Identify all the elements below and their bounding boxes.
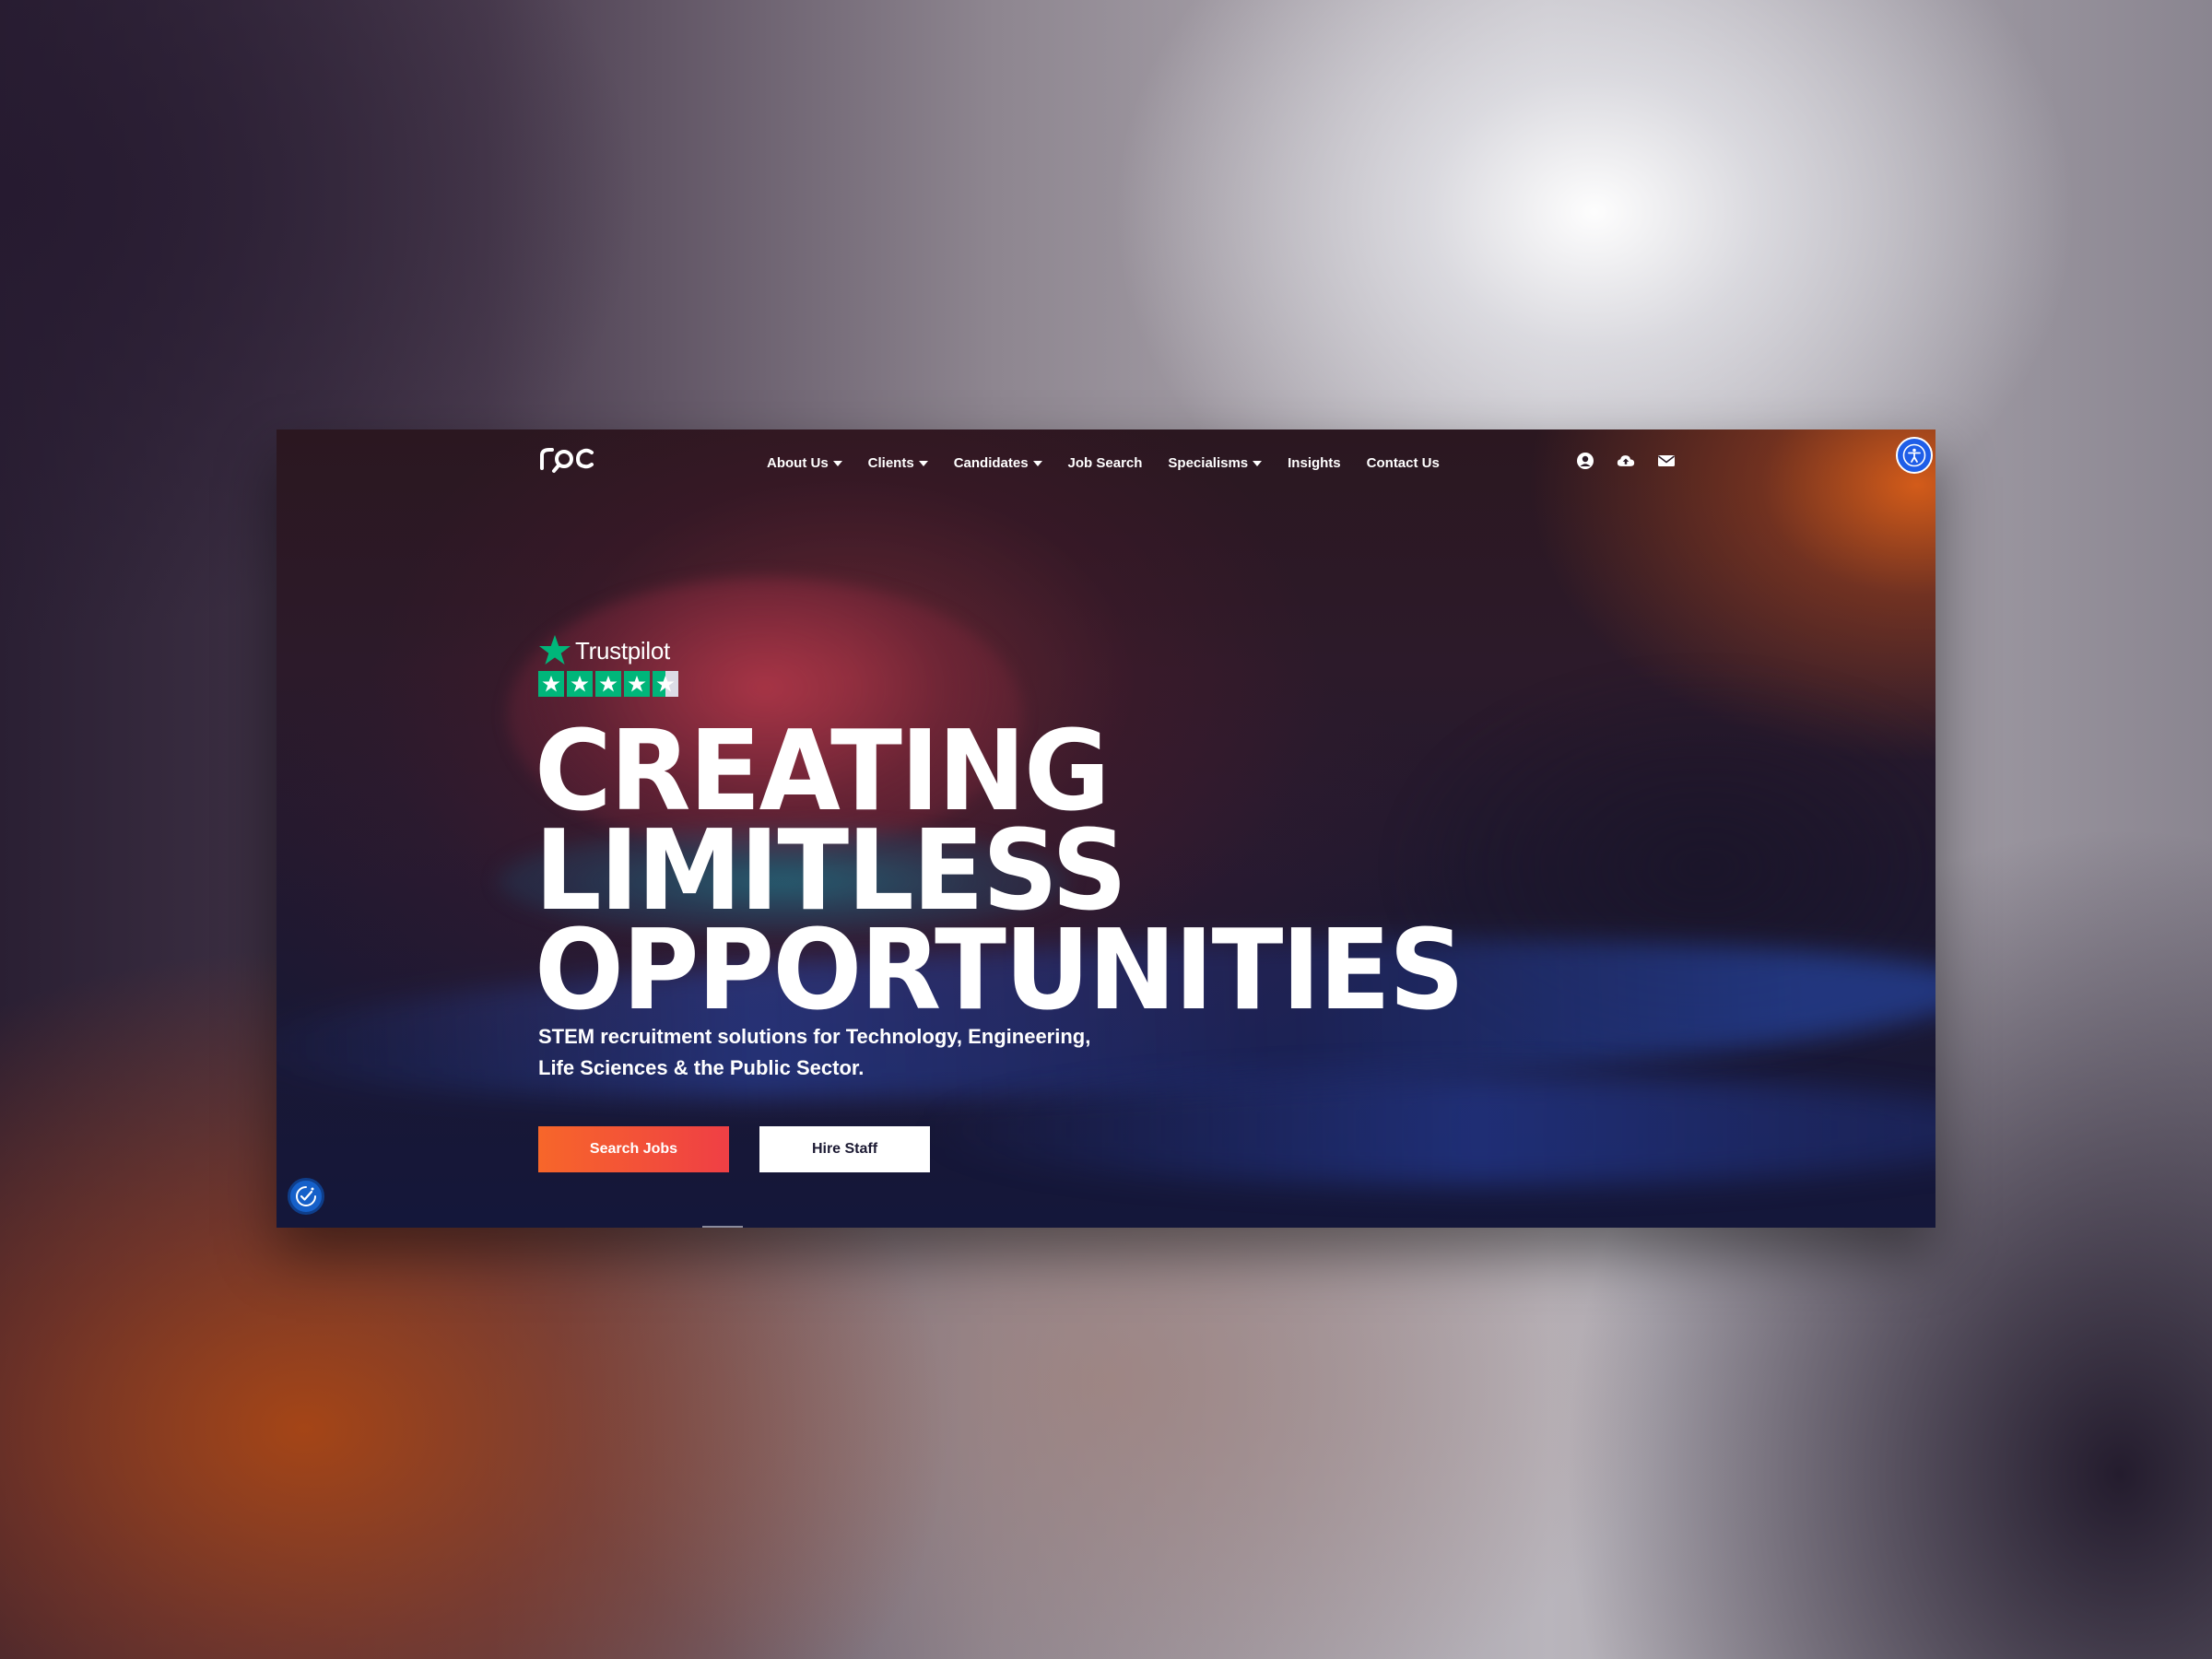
chevron-down-icon bbox=[1032, 461, 1042, 466]
hero-subtitle: STEM recruitment solutions for Technolog… bbox=[538, 1021, 1110, 1084]
nav-label: Job Search bbox=[1067, 454, 1143, 471]
roc-logo[interactable] bbox=[538, 441, 603, 481]
nav-label: Specialisms bbox=[1168, 454, 1249, 471]
rating-half-star-icon bbox=[653, 671, 678, 697]
envelope-icon[interactable] bbox=[1657, 452, 1676, 470]
main-nav: About Us Clients Candidates Job Search S… bbox=[767, 452, 1465, 474]
nav-contact-us[interactable]: Contact Us bbox=[1367, 455, 1440, 471]
accessibility-button[interactable] bbox=[1896, 437, 1933, 474]
headline-line: OPPORTUNITIES bbox=[535, 907, 1465, 1035]
nav-candidates[interactable]: Candidates bbox=[954, 455, 1042, 471]
chevron-down-icon bbox=[918, 461, 928, 466]
cookie-consent-button[interactable] bbox=[288, 1178, 324, 1215]
nav-about-us[interactable]: About Us bbox=[767, 455, 842, 471]
hire-staff-button[interactable]: Hire Staff bbox=[759, 1126, 930, 1172]
nav-job-search[interactable]: Job Search bbox=[1068, 455, 1143, 471]
subtitle-line: STEM recruitment solutions for Technolog… bbox=[538, 1025, 1091, 1048]
nav-label: Clients bbox=[867, 454, 914, 471]
nav-label: Insights bbox=[1288, 454, 1341, 471]
nav-label: Candidates bbox=[953, 454, 1029, 471]
header-icons bbox=[1576, 452, 1676, 470]
cloud-upload-icon[interactable] bbox=[1617, 452, 1635, 470]
nav-label: About Us bbox=[767, 454, 829, 471]
trustpilot-label: Trustpilot bbox=[575, 636, 670, 665]
user-circle-icon[interactable] bbox=[1576, 452, 1594, 470]
rating-star-icon bbox=[595, 671, 621, 697]
nav-label: Contact Us bbox=[1366, 454, 1440, 471]
trustpilot-star-icon bbox=[539, 635, 571, 665]
cookie-consent-icon bbox=[296, 1186, 316, 1206]
trustpilot-rating-stars bbox=[538, 671, 686, 697]
hero-wave-secondary bbox=[922, 1075, 1936, 1185]
search-jobs-button[interactable]: Search Jobs bbox=[538, 1126, 729, 1172]
rating-star-icon bbox=[538, 671, 564, 697]
chevron-down-icon bbox=[1253, 461, 1263, 466]
rating-star-icon bbox=[567, 671, 593, 697]
nav-insights[interactable]: Insights bbox=[1288, 455, 1341, 471]
trustpilot-widget[interactable]: Trustpilot bbox=[538, 634, 686, 697]
website-screenshot: About Us Clients Candidates Job Search S… bbox=[276, 429, 1936, 1228]
hero-headline: CREATING LIMITLESS OPPORTUNITIES bbox=[535, 717, 1465, 1035]
subtitle-line: Life Sciences & the Public Sector. bbox=[538, 1056, 865, 1079]
scroll-indicator bbox=[702, 1226, 743, 1228]
accessibility-person-icon bbox=[1902, 443, 1926, 467]
nav-specialisms[interactable]: Specialisms bbox=[1168, 454, 1263, 471]
nav-clients[interactable]: Clients bbox=[868, 455, 928, 471]
chevron-down-icon bbox=[832, 461, 842, 466]
rating-star-icon bbox=[624, 671, 650, 697]
